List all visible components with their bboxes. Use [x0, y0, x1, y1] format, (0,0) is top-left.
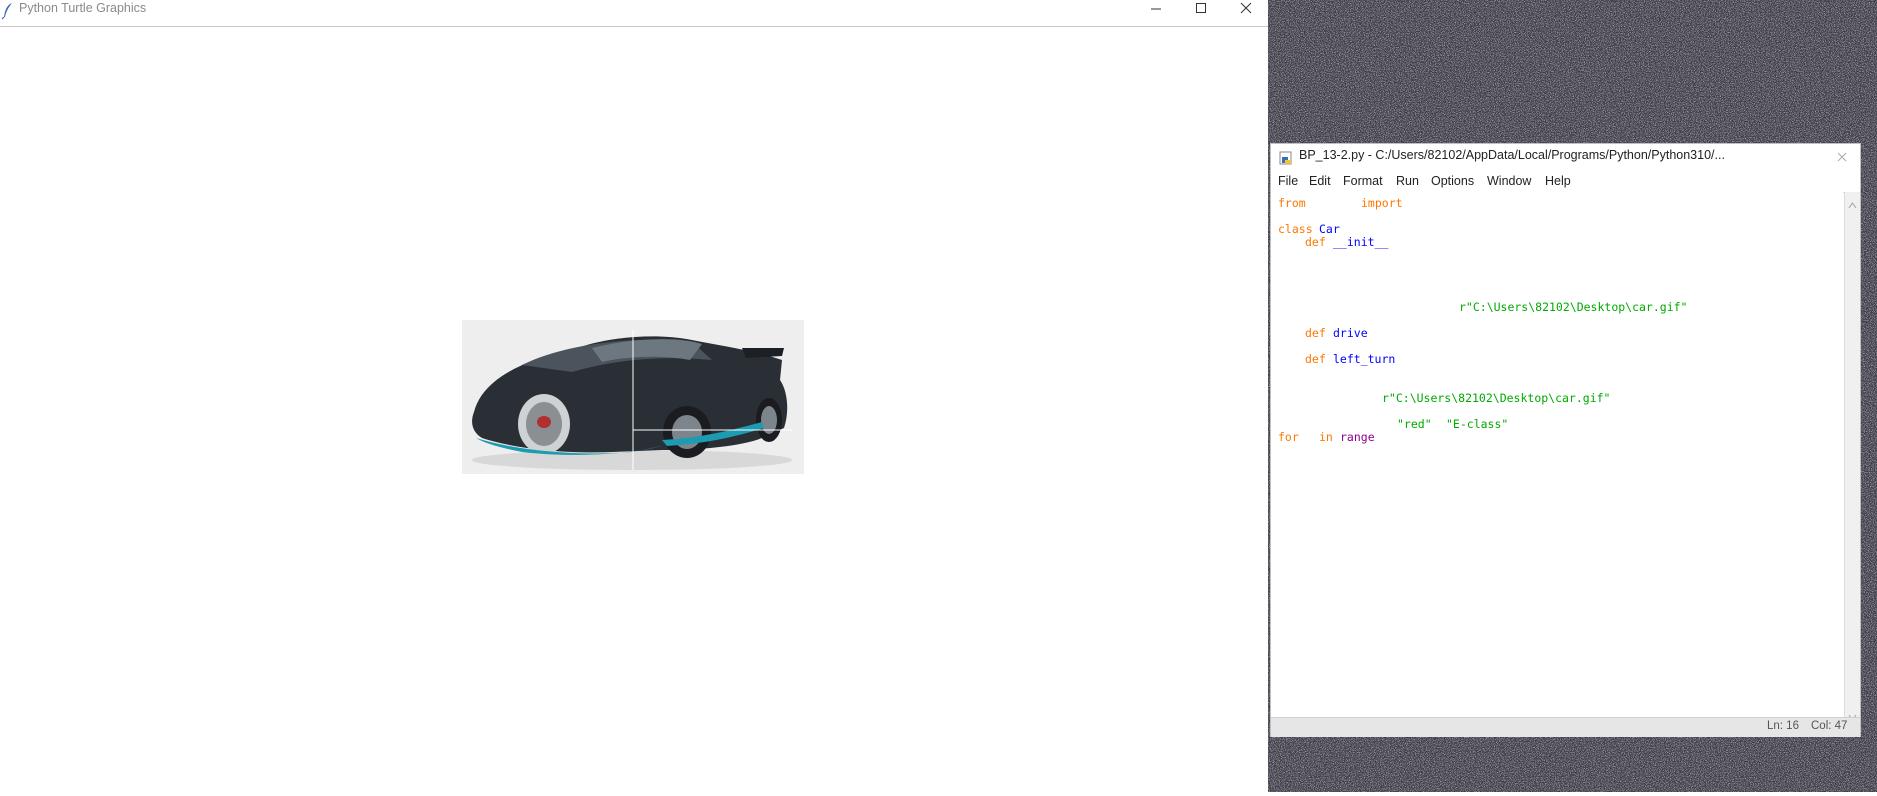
status-line-number: Ln: 16 [1767, 720, 1799, 732]
code-from-keyword: from [1278, 196, 1306, 210]
idle-editor-window: BP_13-2.py - C:/Users/82102/AppData/Loca… [1270, 143, 1861, 737]
menu-run[interactable]: Run [1396, 174, 1419, 188]
code-def-name-init: __init__ [1333, 235, 1389, 249]
window-title: Python Turtle Graphics [19, 1, 147, 15]
close-icon [1240, 0, 1252, 18]
menu-help[interactable]: Help [1545, 174, 1571, 188]
code-def-keyword: def [1305, 326, 1326, 340]
idle-window-title: BP_13-2.py - C:/Users/82102/AppData/Loca… [1299, 148, 1725, 162]
turtle-titlebar[interactable]: Python Turtle Graphics [0, 0, 1268, 27]
code-class-keyword: class [1278, 222, 1313, 236]
code-editor[interactable]: from import class Car def __init__ r"C:\… [1271, 192, 1843, 717]
turtle-graphics-window: Python Turtle Graphics [0, 0, 1268, 792]
menu-options[interactable]: Options [1431, 174, 1474, 188]
python-file-icon [1279, 150, 1293, 165]
code-in-keyword: in [1319, 430, 1333, 444]
minimize-icon [1150, 0, 1162, 18]
status-bar: Ln: 16 Col: 47 [1271, 717, 1860, 737]
feather-icon [1, 2, 15, 20]
close-button[interactable] [1833, 148, 1851, 166]
maximize-icon [1195, 0, 1207, 18]
menubar: File Edit Format Run Options Window Help [1271, 170, 1860, 193]
idle-titlebar[interactable]: BP_13-2.py - C:/Users/82102/AppData/Loca… [1271, 144, 1860, 170]
close-icon [1837, 152, 1847, 162]
code-range-builtin: range [1340, 430, 1375, 444]
code-string-color: "red" [1397, 417, 1432, 431]
code-def-name-drive: drive [1333, 326, 1368, 340]
code-import-keyword: import [1361, 196, 1403, 210]
code-def-keyword: def [1305, 352, 1326, 366]
code-def-name-left-turn: left_turn [1333, 352, 1396, 366]
code-class-name: Car [1319, 222, 1340, 236]
status-column-number: Col: 47 [1811, 720, 1848, 732]
scroll-up-icon[interactable] [1848, 194, 1857, 213]
menu-window[interactable]: Window [1487, 174, 1531, 188]
menu-edit[interactable]: Edit [1309, 174, 1331, 188]
menu-format[interactable]: Format [1343, 174, 1383, 188]
code-string-path: r"C:\Users\82102\Desktop\car.gif" [1459, 300, 1688, 314]
minimize-button[interactable] [1136, 0, 1176, 16]
code-string-model: "E-class" [1446, 417, 1509, 431]
code-for-keyword: for [1278, 430, 1299, 444]
maximize-button[interactable] [1181, 0, 1221, 16]
close-button[interactable] [1226, 0, 1266, 16]
menu-file[interactable]: File [1278, 174, 1298, 188]
vertical-scrollbar[interactable] [1844, 192, 1860, 721]
code-string-path: r"C:\Users\82102\Desktop\car.gif" [1382, 391, 1611, 405]
car-image [462, 320, 804, 474]
code-def-keyword: def [1305, 235, 1326, 249]
